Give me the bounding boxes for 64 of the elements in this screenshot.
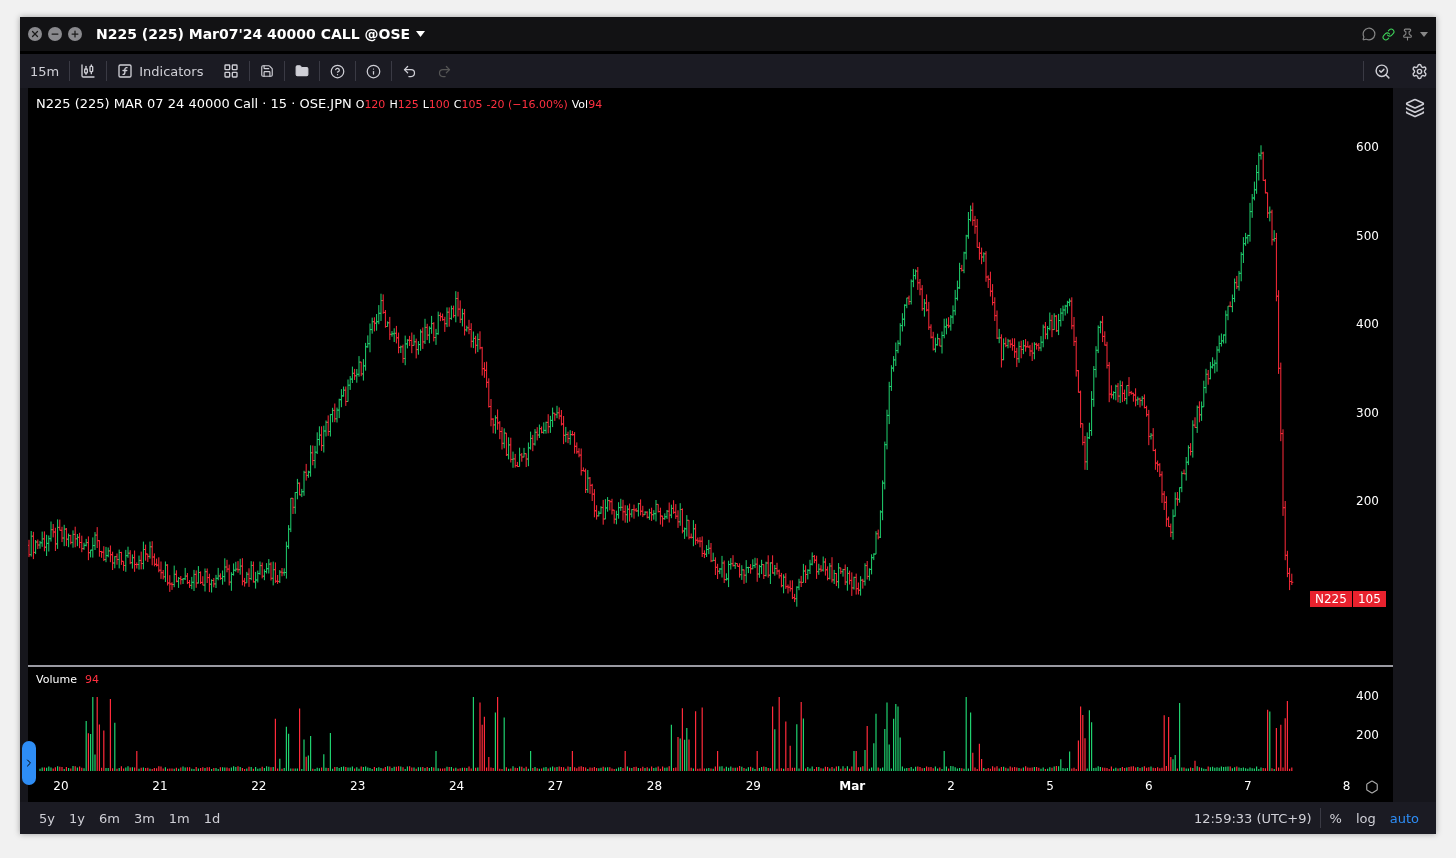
volume-title: Volume bbox=[36, 673, 77, 686]
chat-icon[interactable] bbox=[1362, 27, 1376, 41]
folder-icon bbox=[295, 64, 310, 78]
expand-handle[interactable] bbox=[22, 741, 36, 785]
volume-value: 94 bbox=[84, 673, 99, 686]
candlestick-icon bbox=[80, 63, 97, 79]
interval-button[interactable]: 15m bbox=[28, 58, 70, 84]
volume-axis-label: 400 bbox=[1356, 689, 1379, 703]
time-axis-label: 6 bbox=[1145, 779, 1153, 793]
range-button[interactable]: 6m bbox=[93, 810, 125, 826]
scale-option[interactable]: log bbox=[1350, 810, 1381, 826]
plus-icon bbox=[70, 29, 80, 39]
time-axis-label: 27 bbox=[547, 779, 564, 793]
time-axis-label: 22 bbox=[251, 779, 267, 793]
time-axis-label: 29 bbox=[745, 779, 761, 793]
undo-icon bbox=[402, 63, 418, 79]
time-axis-label: 20 bbox=[53, 779, 69, 793]
ohlc-value: L100 bbox=[422, 98, 450, 111]
search-icon bbox=[1374, 62, 1391, 80]
grid-icon bbox=[223, 63, 240, 79]
price-axis-label: 200 bbox=[1356, 494, 1379, 508]
indicators-button[interactable]: Indicators bbox=[107, 58, 214, 84]
range-button[interactable]: 1y bbox=[63, 810, 90, 826]
volume-value: Vol94 bbox=[571, 98, 603, 111]
layers-icon[interactable] bbox=[1404, 98, 1425, 118]
time-axis-label: Mar bbox=[839, 779, 866, 793]
range-button[interactable]: 5y bbox=[34, 810, 60, 826]
time-axis-label: 28 bbox=[646, 779, 663, 793]
ohlc-value: O120 bbox=[355, 98, 386, 111]
price-axis-label: 300 bbox=[1356, 405, 1379, 420]
scale-option[interactable]: auto bbox=[1384, 810, 1424, 826]
range-button[interactable]: 3m bbox=[128, 810, 160, 826]
price-axis-label: 400 bbox=[1356, 317, 1379, 331]
minimize-button[interactable] bbox=[48, 27, 62, 41]
window-title: N225 (225) Mar07'24 40000 CALL @OSE bbox=[96, 26, 411, 42]
ohlc-value: C105 bbox=[453, 98, 483, 111]
time-axis-label: 2 bbox=[947, 779, 955, 793]
pin-icon[interactable] bbox=[1401, 27, 1414, 41]
time-axis-label: 7 bbox=[1244, 779, 1252, 793]
time-axis-label: 23 bbox=[350, 779, 366, 793]
volume-axis-label: 200 bbox=[1356, 728, 1379, 742]
clock-text: 12:59:33 (UTC+9) bbox=[1192, 810, 1313, 826]
close-button[interactable] bbox=[28, 27, 42, 41]
close-icon bbox=[30, 29, 40, 39]
symbol-label: N225 (225) MAR 07 24 40000 Call · 15 · OSE.JPN bbox=[36, 96, 352, 111]
price-axis-label: 500 bbox=[1356, 228, 1379, 243]
range-button[interactable]: 1d bbox=[198, 810, 226, 826]
caret-icon[interactable] bbox=[416, 31, 426, 37]
redo-icon bbox=[437, 63, 453, 79]
price-axis-label: 600 bbox=[1356, 140, 1379, 154]
function-icon bbox=[117, 63, 134, 79]
time-axis-label: 5 bbox=[1046, 779, 1054, 793]
time-axis-label: 24 bbox=[448, 779, 465, 793]
help-icon bbox=[330, 63, 346, 79]
time-axis-label: 8 bbox=[1342, 779, 1351, 793]
scale-option[interactable]: % bbox=[1324, 810, 1347, 826]
change-value: -20 (−16.00%) bbox=[486, 98, 568, 111]
range-button[interactable]: 1m bbox=[163, 810, 195, 826]
info-icon bbox=[366, 63, 382, 79]
link-icon[interactable] bbox=[1382, 27, 1395, 41]
maximize-button[interactable] bbox=[68, 27, 82, 41]
ohlc-value: H125 bbox=[389, 98, 419, 111]
time-axis-label: 21 bbox=[152, 779, 168, 793]
save-icon bbox=[260, 64, 275, 78]
